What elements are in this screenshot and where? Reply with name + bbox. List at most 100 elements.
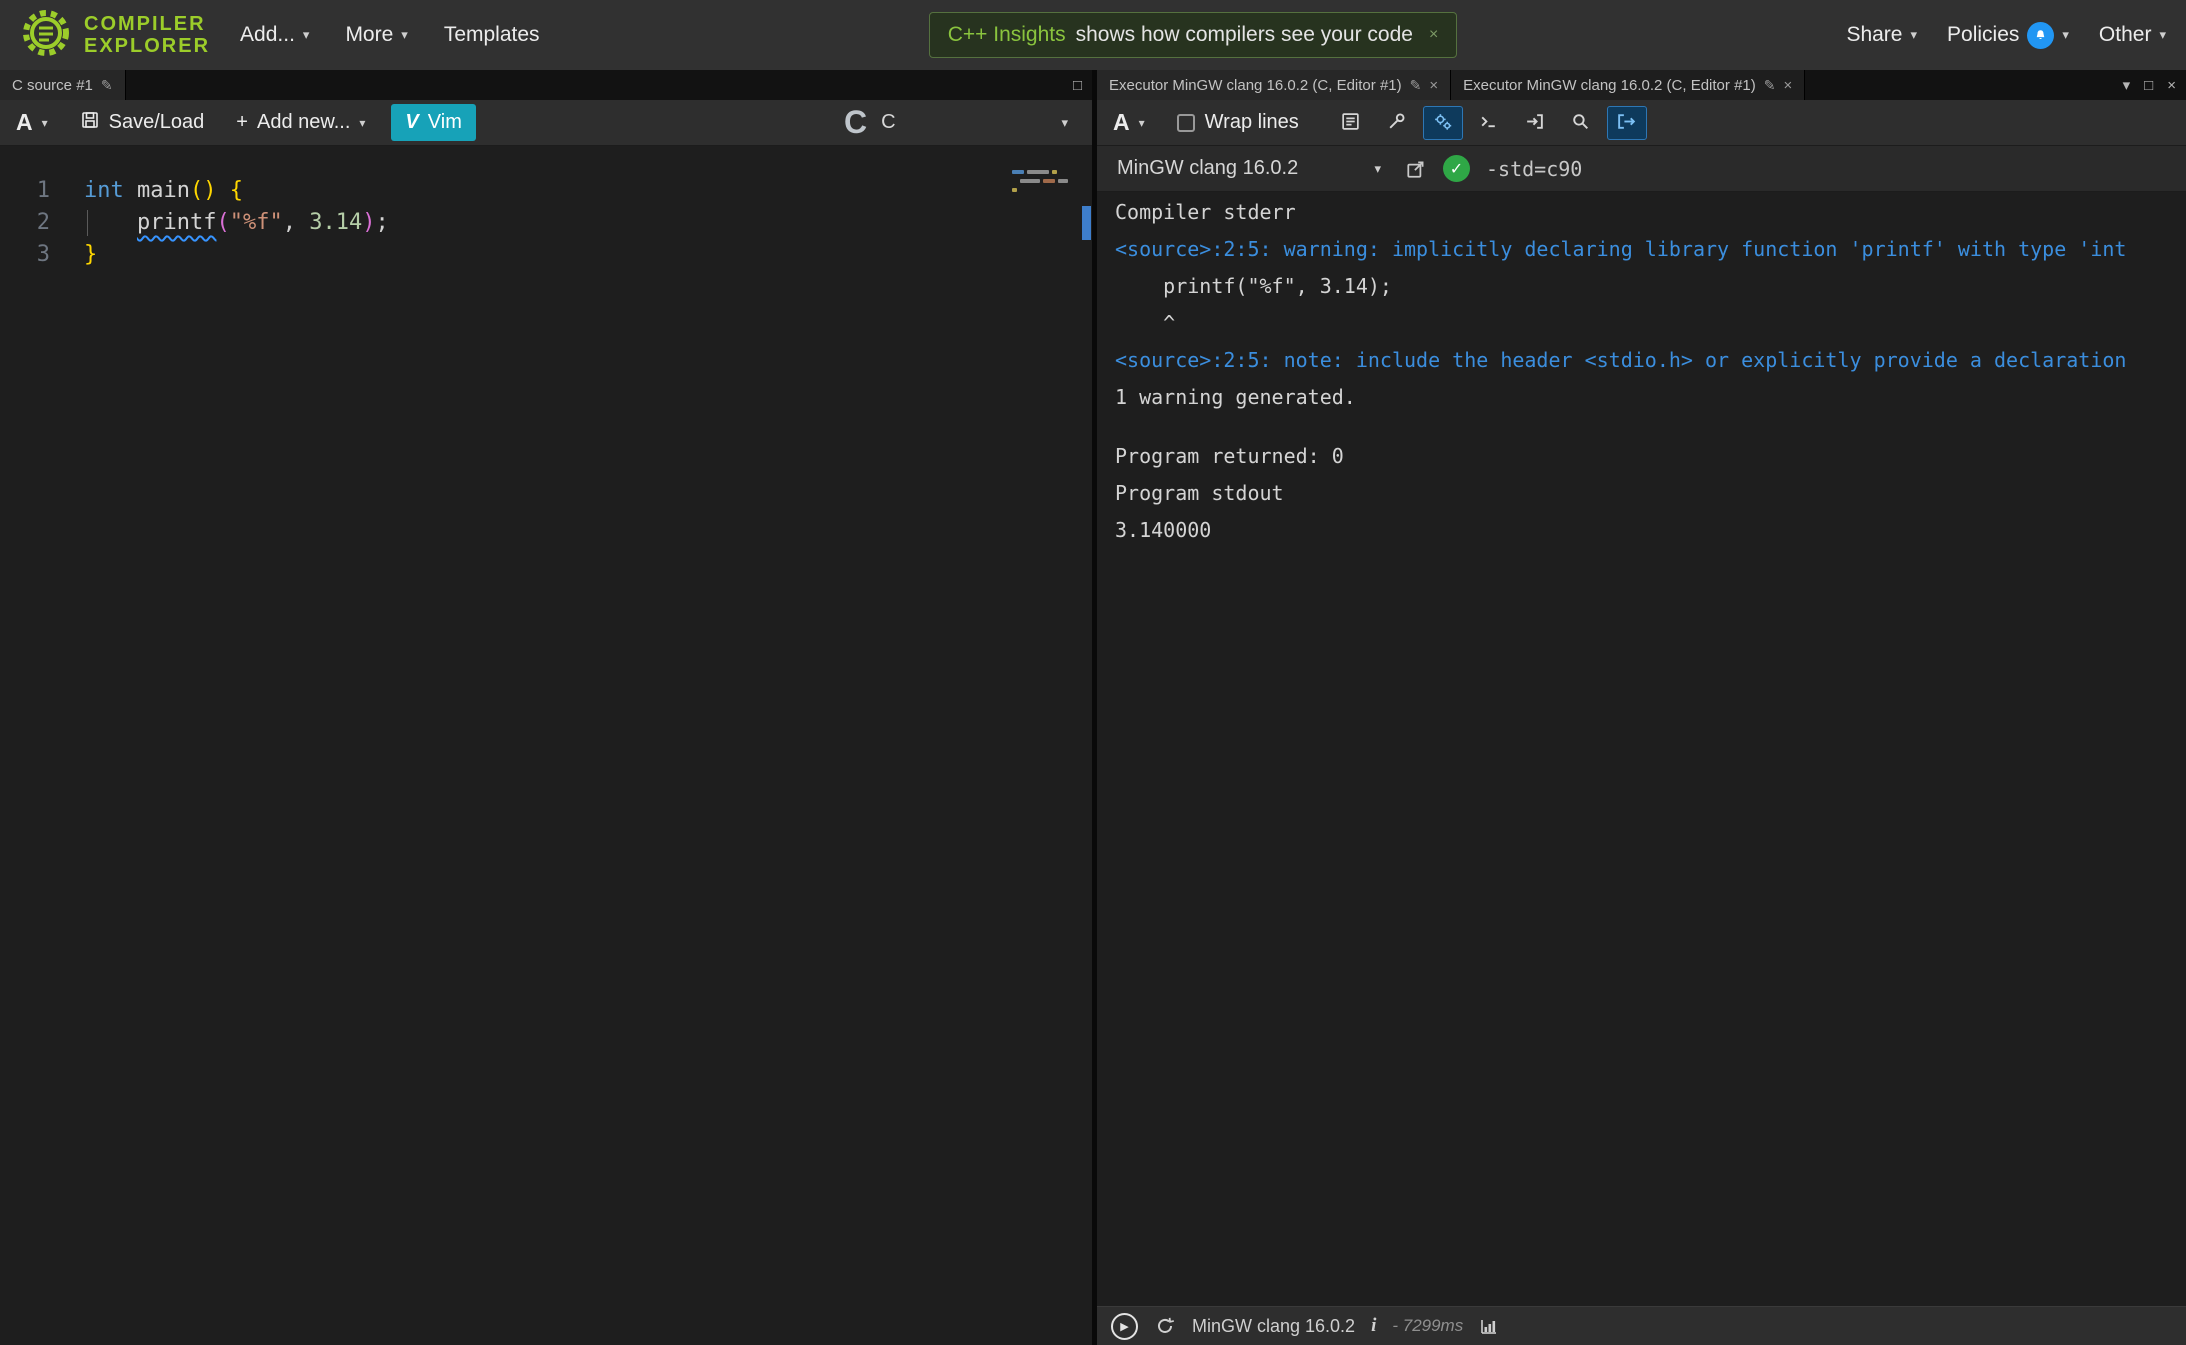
language-label: C xyxy=(881,111,1047,134)
minimap[interactable] xyxy=(1012,170,1074,197)
line-number: 2 xyxy=(0,207,50,239)
close-icon[interactable]: × xyxy=(2167,77,2176,94)
token: 3.14 xyxy=(309,210,362,235)
font-size-label: A xyxy=(16,109,33,136)
wrench-icon xyxy=(1386,111,1407,135)
notification-banner[interactable]: C++ Insights shows how compilers see you… xyxy=(929,12,1458,58)
sign-in-icon xyxy=(1524,111,1545,135)
menu-more-label: More xyxy=(345,23,393,47)
token: main xyxy=(137,178,190,203)
terminal-icon xyxy=(1478,111,1499,135)
compiler-args-input[interactable] xyxy=(1486,157,2174,181)
executor-status-bar: ▶ MinGW clang 16.0.2 i - 7299ms xyxy=(1097,1306,2186,1345)
notification-message: shows how compilers see your code xyxy=(1076,23,1413,47)
plus-icon: + xyxy=(236,111,248,134)
wrap-lines-toggle[interactable]: Wrap lines xyxy=(1171,107,1305,138)
status-check-icon: ✓ xyxy=(1443,155,1470,182)
font-size-button[interactable]: A ▾ xyxy=(10,105,54,140)
overview-ruler[interactable] xyxy=(1080,146,1092,1345)
info-icon[interactable]: i xyxy=(1371,1315,1376,1337)
save-load-button[interactable]: Save/Load xyxy=(74,106,211,140)
minimap-line xyxy=(1012,188,1074,192)
open-output-button[interactable] xyxy=(1607,106,1647,140)
add-new-button[interactable]: + Add new... ▾ xyxy=(230,107,371,138)
menu-templates[interactable]: Templates xyxy=(444,23,540,47)
language-select[interactable]: C C ▾ xyxy=(830,100,1082,145)
menu-add[interactable]: Add... ▾ xyxy=(240,23,309,47)
menu-add-label: Add... xyxy=(240,23,295,47)
menu-templates-label: Templates xyxy=(444,23,540,47)
vim-label: Vim xyxy=(428,111,462,134)
vim-toggle-button[interactable]: V Vim xyxy=(391,104,475,141)
minimap-mark xyxy=(1027,170,1049,174)
refresh-button[interactable] xyxy=(1154,1315,1176,1337)
options-button[interactable] xyxy=(1377,106,1417,140)
tab-executor-1-label: Executor MinGW clang 16.0.2 (C, Editor #… xyxy=(1109,77,1402,94)
gears-icon xyxy=(1432,111,1453,135)
logo-text: COMPILER EXPLORER xyxy=(84,13,210,57)
executor-pane-header: Executor MinGW clang 16.0.2 (C, Editor #… xyxy=(1097,70,2186,100)
menu-more[interactable]: More ▾ xyxy=(345,23,407,47)
rename-icon[interactable]: ✎ xyxy=(1410,77,1422,94)
top-navbar: COMPILER EXPLORER Add... ▾ More ▾ Templa… xyxy=(0,0,2186,70)
editor-pane: C source #1 ✎ □ A ▾ xyxy=(0,70,1092,1345)
menu-policies[interactable]: Policies ▾ xyxy=(1947,22,2069,49)
indent-guide xyxy=(87,210,88,236)
external-link-icon[interactable] xyxy=(1405,158,1427,180)
tab-executor-1[interactable]: Executor MinGW clang 16.0.2 (C, Editor #… xyxy=(1097,70,1451,100)
notification-close-icon[interactable]: × xyxy=(1429,26,1438,44)
compiler-settings-button[interactable] xyxy=(1423,106,1463,140)
rename-icon[interactable]: ✎ xyxy=(101,77,113,94)
minimap-mark xyxy=(1012,170,1024,174)
maximize-icon[interactable]: □ xyxy=(2144,77,2153,94)
compiler-row: MinGW clang 16.0.2 ▾ ✓ xyxy=(1097,146,2186,192)
token: ( xyxy=(216,210,229,235)
execution-output[interactable]: Compiler stderr <source>:2:5: warning: i… xyxy=(1097,192,2186,1306)
find-button[interactable] xyxy=(1561,106,1601,140)
notification-link[interactable]: C++ Insights xyxy=(948,23,1066,47)
execution-time: - 7299ms xyxy=(1392,1316,1463,1336)
add-new-label: Add new... xyxy=(257,111,350,134)
execution-arguments-button[interactable] xyxy=(1469,106,1509,140)
output-list-icon xyxy=(1340,111,1361,135)
code-text: int main() { xyxy=(50,175,243,207)
chevron-down-icon: ▾ xyxy=(2159,27,2166,43)
logo[interactable]: COMPILER EXPLORER xyxy=(20,7,210,64)
tab-executor-2[interactable]: Executor MinGW clang 16.0.2 (C, Editor #… xyxy=(1451,70,1805,100)
wrap-lines-label: Wrap lines xyxy=(1205,111,1299,134)
chevron-down-icon: ▾ xyxy=(1374,161,1381,177)
minimap-mark xyxy=(1043,179,1055,183)
menu-other[interactable]: Other ▾ xyxy=(2099,22,2166,49)
token: , xyxy=(283,210,310,235)
warning-marker xyxy=(1082,206,1091,240)
editor-header-controls: □ xyxy=(1063,70,1092,100)
code-editor[interactable]: 1 int main() { 2 printf("%f", 3.14); 3 } xyxy=(0,146,1092,1345)
compilation-output-button[interactable] xyxy=(1331,106,1371,140)
close-icon[interactable]: × xyxy=(1429,77,1438,94)
status-compiler-name: MinGW clang 16.0.2 xyxy=(1192,1316,1355,1337)
code-text: printf("%f", 3.14); xyxy=(50,207,389,239)
menu-share[interactable]: Share ▾ xyxy=(1846,22,1917,49)
minimap-line xyxy=(1020,179,1074,183)
rename-icon[interactable]: ✎ xyxy=(1764,77,1776,94)
save-icon xyxy=(80,110,100,136)
tab-c-source-label: C source #1 xyxy=(12,77,93,94)
tab-executor-2-label: Executor MinGW clang 16.0.2 (C, Editor #… xyxy=(1463,77,1756,94)
chevron-down-icon: ▾ xyxy=(359,116,365,130)
executor-toolbar: A ▾ Wrap lines xyxy=(1097,100,2186,146)
timing-chart-icon[interactable] xyxy=(1479,1316,1499,1336)
editor-pane-header: C source #1 ✎ □ xyxy=(0,70,1092,100)
c-language-icon: C xyxy=(844,104,867,141)
chevron-down-icon: ▾ xyxy=(42,116,48,130)
logo-line2: EXPLORER xyxy=(84,35,210,57)
stdin-button[interactable] xyxy=(1515,106,1555,140)
run-button[interactable]: ▶ xyxy=(1111,1313,1138,1340)
compiler-select[interactable]: MinGW clang 16.0.2 ▾ xyxy=(1109,157,1389,180)
token: ; xyxy=(375,210,388,235)
close-icon[interactable]: × xyxy=(1783,77,1792,94)
tab-c-source[interactable]: C source #1 ✎ xyxy=(0,70,126,100)
font-size-button[interactable]: A ▾ xyxy=(1107,105,1151,140)
logo-line1: COMPILER xyxy=(84,13,210,35)
maximize-icon[interactable]: □ xyxy=(1073,77,1082,94)
tab-dropdown-icon[interactable]: ▾ xyxy=(2123,76,2131,94)
